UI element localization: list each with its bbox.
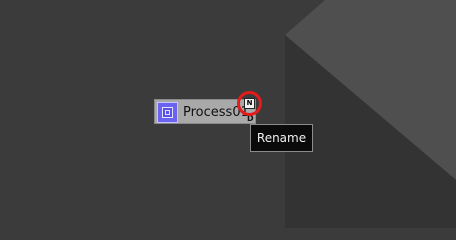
process-node-icon-core	[165, 110, 170, 115]
rename-tooltip: Rename	[250, 124, 313, 152]
rename-tooltip-text: Rename	[256, 131, 307, 145]
process-node-icon-inner	[162, 107, 173, 118]
process-node-icon	[157, 102, 178, 123]
node-port-indicator[interactable]: D	[247, 115, 254, 123]
highlight-circle	[237, 91, 262, 116]
